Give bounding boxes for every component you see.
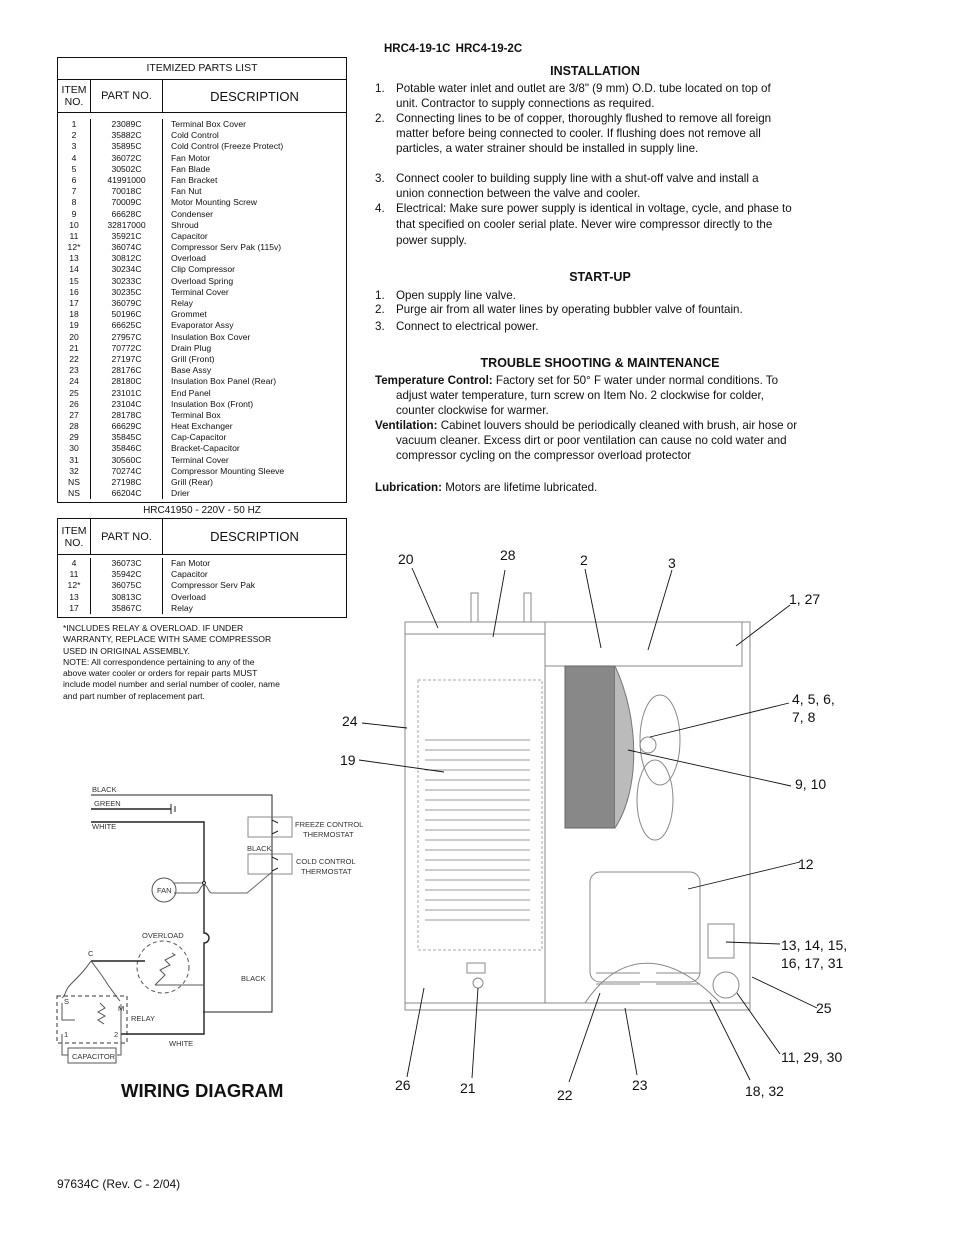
relay-overload-box — [707, 923, 735, 959]
callout-20: 20 — [398, 551, 414, 567]
fan-hub — [639, 736, 657, 754]
compressor-body — [589, 871, 701, 983]
callout-23: 23 — [632, 1077, 648, 1093]
callout-24: 24 — [342, 713, 358, 729]
condenser-shade — [614, 665, 635, 829]
callout-25: 25 — [816, 1000, 832, 1016]
callout-11-29-30: 11, 29, 30 — [781, 1049, 843, 1065]
evaporator-box — [417, 679, 543, 951]
water-outlet-tube — [523, 592, 532, 623]
callout-13-14-15: 13, 14, 15, — [781, 937, 848, 953]
capacitor-bracket — [712, 971, 740, 999]
fan-blade-lower — [636, 759, 674, 841]
fan-blade-upper — [639, 694, 681, 786]
evaporator-coils — [425, 739, 530, 921]
callout-26: 26 — [395, 1077, 411, 1093]
callout-7-8: 7, 8 — [792, 709, 816, 725]
top-rail-left — [404, 622, 546, 635]
callout-21: 21 — [460, 1080, 476, 1096]
callout-16-17-31: 16, 17, 31 — [781, 955, 844, 971]
condenser-coil — [564, 665, 616, 829]
callout-9-10: 9, 10 — [795, 776, 827, 792]
callout-28: 28 — [500, 547, 516, 563]
callout-3: 3 — [668, 555, 676, 571]
water-inlet-tube — [470, 592, 479, 623]
callout-2: 2 — [580, 552, 588, 568]
callout-22: 22 — [557, 1087, 573, 1103]
callout-12: 12 — [798, 856, 814, 872]
callout-19: 19 — [340, 752, 356, 768]
callout-18-32: 18, 32 — [745, 1083, 784, 1099]
control-panel — [544, 621, 743, 667]
drain-plug — [472, 977, 484, 989]
callout-4-5-6: 4, 5, 6, — [792, 691, 835, 707]
document-number: 97634C (Rev. C - 2/04) — [57, 1177, 181, 1191]
callout-1-27: 1, 27 — [789, 591, 821, 607]
drain-plug-label — [466, 962, 486, 974]
